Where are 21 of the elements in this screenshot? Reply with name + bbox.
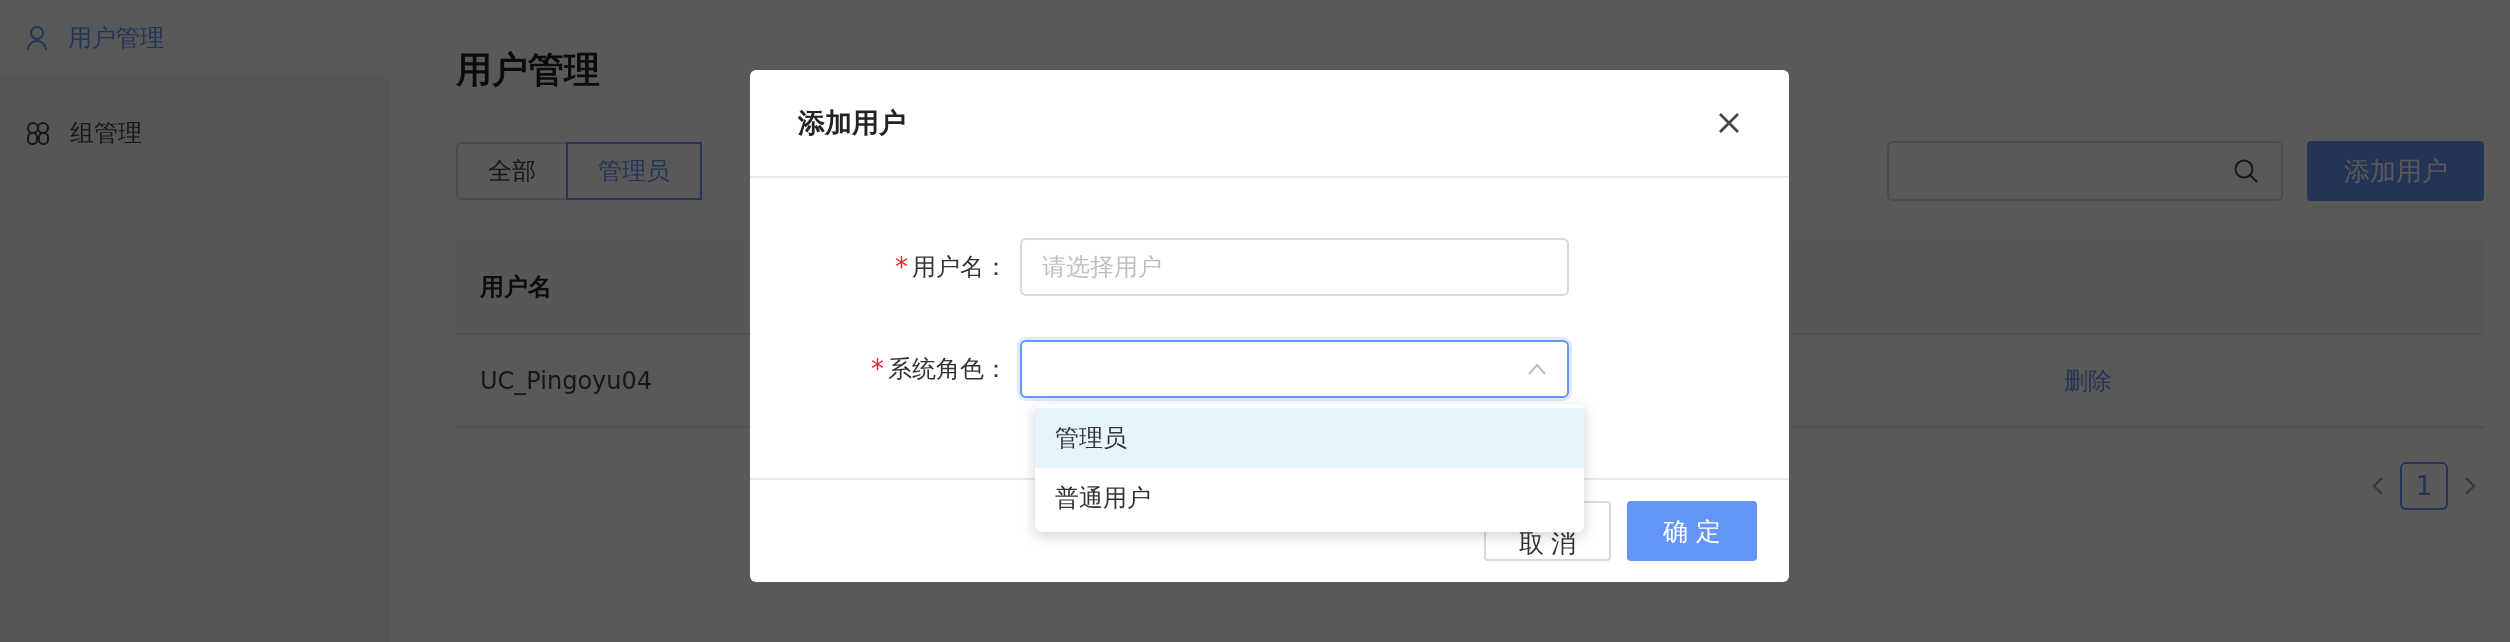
- username-field[interactable]: 请选择用户: [1020, 238, 1569, 296]
- confirm-button[interactable]: 确 定: [1627, 501, 1757, 561]
- sidebar-item[interactable]: 组管理: [0, 88, 390, 178]
- filter-tab[interactable]: 全部: [456, 142, 568, 200]
- search-field[interactable]: [1887, 141, 2283, 201]
- search-icon: [2233, 158, 2259, 184]
- user-icon: [26, 25, 48, 51]
- column-header: 用户名: [479, 271, 552, 303]
- dropdown-option[interactable]: 管理员: [1035, 408, 1584, 468]
- required-mark: *: [871, 354, 884, 384]
- dropdown-option[interactable]: 普通用户: [1035, 468, 1584, 528]
- caret-icon: [1527, 363, 1547, 375]
- role-select[interactable]: [1020, 340, 1569, 398]
- required-mark: *: [895, 252, 908, 282]
- table-cell-text: UC_Pingoyu04: [479, 366, 653, 395]
- dialog-title: 添加用户: [798, 106, 906, 140]
- field-label: 用户名：: [912, 252, 1008, 283]
- field-label: 系统角色：: [888, 354, 1008, 385]
- close-icon[interactable]: [1717, 111, 1741, 135]
- group-icon: [26, 121, 50, 145]
- page-title: 用户管理: [456, 48, 601, 92]
